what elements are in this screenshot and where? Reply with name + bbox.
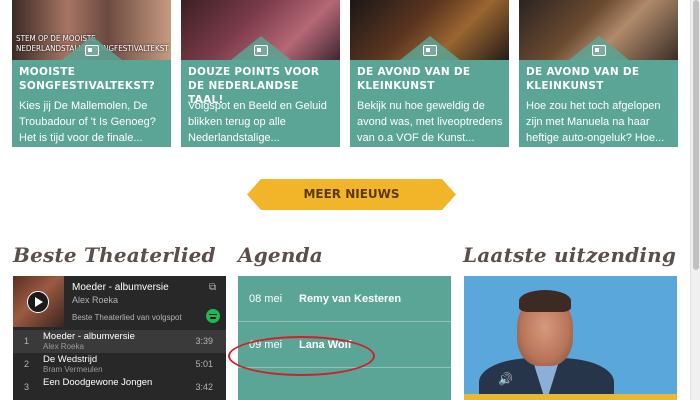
track-title: Moeder - albumversie [43,331,135,342]
news-card-description: Bekijk nu hoe geweldig de avond was, met… [357,100,503,144]
video-icon [591,45,606,56]
news-card[interactable]: DOUZE POINTS VOOR DE NEDERLANDSE TAAL! V… [181,0,340,147]
track-list: 1 Moeder - albumversie Alex Roeka 3:39 2… [13,330,226,399]
news-card-title[interactable]: DE AVOND VAN DE KLEINKUNST [357,65,505,93]
news-card[interactable]: DE AVOND VAN DE KLEINKUNST Hoe zou het t… [519,0,678,147]
track-duration: 3:42 [195,382,213,392]
video-bottom-bar [464,394,677,400]
news-thumbnail[interactable]: STEM OP DE MOOISTE NEDERLANDSTALIGE SONG… [12,0,171,60]
heading-theaterlied: Beste Theaterlied [13,243,216,267]
share-icon[interactable]: ⧉ [209,282,216,293]
heading-uitzending: Laatste uitzending [463,243,677,267]
agenda-item[interactable]: 08 mei Remy van Kesteren [238,276,451,322]
track-duration: 5:01 [195,359,213,369]
spotify-player: Moeder - albumversie Alex Roeka Beste Th… [13,276,226,400]
news-cards: STEM OP DE MOOISTE NEDERLANDSTALIGE SONG… [12,0,678,147]
news-card-description: Volgspot en Beeld en Geluid blikken teru… [188,100,327,144]
track-number: 3 [24,382,30,392]
heading-agenda: Agenda [238,243,323,267]
news-thumbnail[interactable] [350,0,509,60]
spotify-logo-icon[interactable] [206,309,220,323]
news-card-title[interactable]: MOOISTE SONGFESTIVALTEKST? [19,65,167,93]
news-card-description: Hoe zou het toch afgelopen zijn met Manu… [526,100,665,144]
track-duration: 3:39 [195,336,213,346]
video-icon [253,45,268,56]
page-scrollbar[interactable] [690,0,700,400]
highlight-circle [228,336,375,376]
latest-broadcast-video[interactable]: 🔊 [464,276,677,400]
meer-nieuws-button[interactable]: MEER NIEUWS [247,179,456,210]
track-artist: Bram Vermeulen [43,365,103,374]
agenda-date: 08 mei [249,293,283,305]
track-title: Een Doodgewone Jongen [43,377,153,388]
track-row[interactable]: 1 Moeder - albumversie Alex Roeka 3:39 [13,330,226,353]
agenda-name[interactable]: Remy van Kesteren [299,276,401,322]
news-thumbnail[interactable] [181,0,340,60]
track-artist: Alex Roeka [43,342,84,351]
now-playing-title[interactable]: Moeder - albumversie [72,282,169,293]
news-card[interactable]: DE AVOND VAN DE KLEINKUNST Bekijk nu hoe… [350,0,509,147]
volume-icon[interactable]: 🔊 [498,372,513,386]
scrollbar-thumb[interactable] [693,0,699,270]
play-icon[interactable] [27,291,49,313]
track-number: 1 [24,336,30,346]
news-card-description: Kies jij De Mallemolen, De Troubadour of… [19,100,156,144]
track-row[interactable]: 2 De Wedstrijd Bram Vermeulen 5:01 [13,353,226,376]
playlist-name[interactable]: Beste Theaterlied van volgspot [72,313,182,322]
track-row[interactable]: 3 Een Doodgewone Jongen 3:42 [13,376,226,399]
track-number: 2 [24,359,30,369]
news-card-title[interactable]: DE AVOND VAN DE KLEINKUNST [526,65,674,93]
news-card[interactable]: STEM OP DE MOOISTE NEDERLANDSTALIGE SONG… [12,0,171,147]
video-icon [84,45,99,56]
video-icon [422,45,437,56]
meer-nieuws-label[interactable]: MEER NIEUWS [247,179,456,210]
track-title: De Wedstrijd [43,354,98,365]
now-playing-artist[interactable]: Alex Roeka [72,295,118,305]
news-thumbnail[interactable] [519,0,678,60]
